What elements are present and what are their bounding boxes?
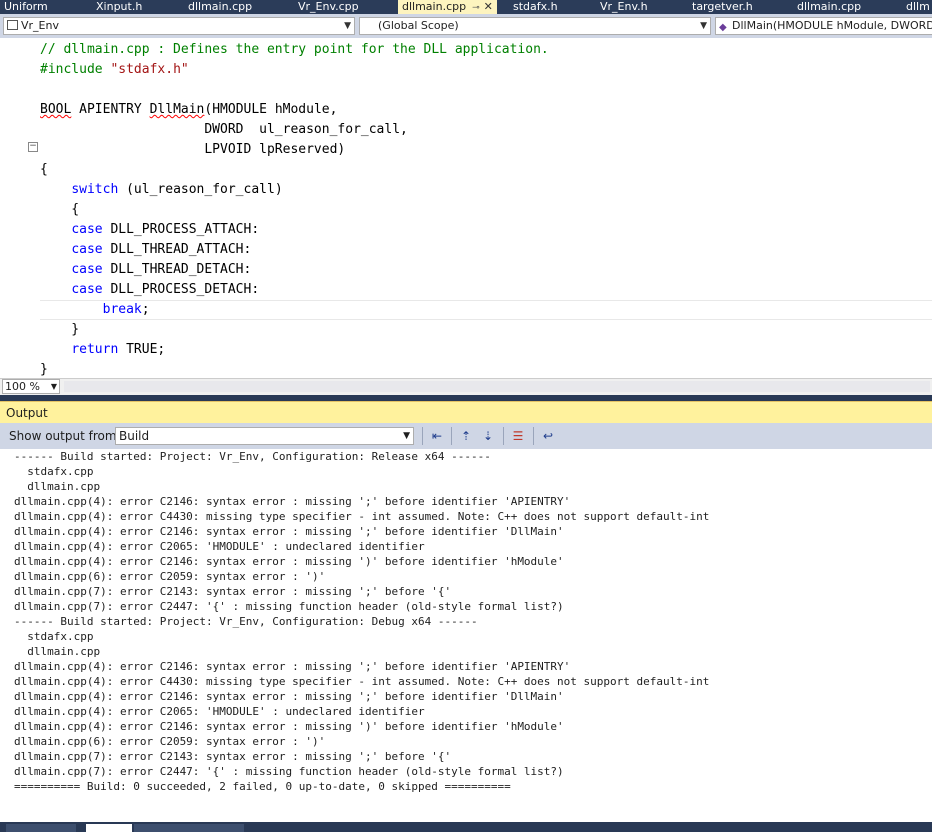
- output-line: dllmain.cpp(7): error C2143: syntax erro…: [14, 585, 452, 598]
- output-line: dllmain.cpp(4): error C2146: syntax erro…: [14, 495, 571, 508]
- code-area[interactable]: // dllmain.cpp : Defines the entry point…: [40, 40, 932, 378]
- scope-dropdown[interactable]: (Global Scope) ▼: [359, 17, 711, 35]
- code-line-15: }: [40, 322, 80, 337]
- output-line: dllmain.cpp(6): error C2059: syntax erro…: [14, 570, 326, 583]
- code-line-1: // dllmain.cpp : Defines the entry point…: [40, 42, 549, 57]
- tab-xinput-h[interactable]: Xinput.h: [96, 0, 142, 14]
- clear-all-icon[interactable]: ☰: [510, 428, 526, 444]
- tab-dllm[interactable]: dllm: [906, 0, 930, 14]
- output-window-title: Output: [0, 401, 932, 423]
- tab-vr-env-cpp[interactable]: Vr_Env.cpp: [298, 0, 359, 14]
- toolbar-separator: [451, 427, 452, 445]
- code-line-7: {: [40, 162, 48, 177]
- code-line-8: switch (ul_reason_for_call): [71, 182, 283, 197]
- output-line: dllmain.cpp(4): error C2146: syntax erro…: [14, 525, 564, 538]
- output-line: stdafx.cpp: [14, 465, 94, 478]
- output-line: dllmain.cpp: [14, 480, 101, 493]
- project-icon: [7, 20, 18, 30]
- next-message-icon[interactable]: ⇣: [480, 428, 496, 444]
- pin-icon[interactable]: ⊸: [472, 3, 480, 13]
- output-line: stdafx.cpp: [14, 630, 94, 643]
- code-editor[interactable]: − // dllmain.cpp : Defines the entry poi…: [0, 38, 932, 378]
- code-line-17: }: [40, 362, 48, 377]
- tab-dllmain-cpp-active[interactable]: dllmain.cpp ⊸ ✕: [398, 0, 497, 14]
- code-line-14-current: break;: [40, 300, 932, 320]
- project-dropdown[interactable]: Vr_Env ▼: [3, 17, 355, 35]
- tab-stdafx-h[interactable]: stdafx.h: [513, 0, 558, 14]
- output-line: dllmain.cpp(4): error C2065: 'HMODULE' :…: [14, 705, 425, 718]
- output-line: dllmain.cpp(6): error C2059: syntax erro…: [14, 735, 326, 748]
- toolbar-separator: [503, 427, 504, 445]
- code-line-13: case DLL_PROCESS_DETACH:: [71, 282, 260, 297]
- output-line: ------ Build started: Project: Vr_Env, C…: [14, 615, 478, 628]
- output-line: dllmain.cpp(4): error C2146: syntax erro…: [14, 690, 564, 703]
- bottom-tab-active[interactable]: [86, 824, 132, 832]
- toggle-word-wrap-icon[interactable]: ↩: [540, 428, 556, 444]
- collapse-toggle-icon[interactable]: −: [28, 142, 38, 152]
- output-line: dllmain.cpp(7): error C2143: syntax erro…: [14, 750, 452, 763]
- bottom-tab[interactable]: [6, 824, 76, 832]
- error-squiggle-bool: BOOL: [40, 102, 72, 117]
- previous-message-icon[interactable]: ⇡: [458, 428, 474, 444]
- code-line-12: case DLL_THREAD_DETACH:: [71, 262, 252, 277]
- tab-dllmain-cpp-1[interactable]: dllmain.cpp: [188, 0, 252, 14]
- editor-status-strip: 100 % ▼: [0, 378, 932, 395]
- find-message-in-code-icon[interactable]: ⇤: [429, 428, 445, 444]
- error-squiggle-dllmain: DllMain: [149, 102, 205, 117]
- zoom-value: 100 %: [5, 380, 40, 393]
- toolbar-separator: [533, 427, 534, 445]
- tab-label: dllmain.cpp: [402, 0, 467, 13]
- output-line: dllmain.cpp(4): error C2065: 'HMODULE' :…: [14, 540, 425, 553]
- zoom-dropdown[interactable]: 100 % ▼: [2, 379, 60, 394]
- chevron-down-icon: ▼: [700, 21, 707, 31]
- tab-dllmain-cpp-2[interactable]: dllmain.cpp: [797, 0, 861, 14]
- toolbar-separator: [422, 427, 423, 445]
- output-line: dllmain.cpp(4): error C2146: syntax erro…: [14, 720, 564, 733]
- output-line: dllmain.cpp(7): error C2447: '{' : missi…: [14, 765, 564, 778]
- output-line: dllmain.cpp(4): error C2146: syntax erro…: [14, 555, 564, 568]
- horizontal-scrollbar[interactable]: [64, 381, 930, 392]
- show-output-from-label: Show output from:: [9, 429, 121, 443]
- output-toolbar: Show output from: Build ▼ ⇤ ⇡ ⇣ ☰ ↩: [0, 423, 932, 449]
- output-source-value: Build: [119, 429, 150, 443]
- include-directive: #include: [40, 62, 111, 77]
- include-path: "stdafx.h": [110, 62, 189, 77]
- output-line: dllmain.cpp(4): error C4430: missing typ…: [14, 510, 710, 523]
- chevron-down-icon: ▼: [403, 431, 410, 441]
- code-line-2: #include "stdafx.h": [40, 60, 932, 80]
- document-tab-bar: Uniform Xinput.h dllmain.cpp Vr_Env.cpp …: [0, 0, 932, 14]
- code-line-6: LPVOID lpReserved): [40, 142, 346, 157]
- project-value: Vr_Env: [21, 19, 59, 32]
- code-line-4: BOOL APIENTRY DllMain(HMODULE hModule,: [40, 102, 338, 117]
- chevron-down-icon: ▼: [50, 382, 57, 391]
- code-line-5: DWORD ul_reason_for_call,: [40, 122, 408, 137]
- output-line: dllmain.cpp(4): error C2146: syntax erro…: [14, 660, 571, 673]
- bottom-tool-tabs: [0, 822, 932, 832]
- editor-margin: [0, 38, 40, 378]
- bottom-tab[interactable]: [134, 824, 244, 832]
- output-line: dllmain.cpp(4): error C4430: missing typ…: [14, 675, 710, 688]
- output-text-area[interactable]: ------ Build started: Project: Vr_Env, C…: [0, 449, 932, 822]
- tab-uniform[interactable]: Uniform: [4, 0, 48, 14]
- tab-targetver-h[interactable]: targetver.h: [692, 0, 753, 14]
- output-source-dropdown[interactable]: Build ▼: [115, 427, 414, 445]
- code-line-10: case DLL_PROCESS_ATTACH:: [71, 222, 260, 237]
- output-line: ------ Build started: Project: Vr_Env, C…: [14, 450, 491, 463]
- scope-value: (Global Scope): [378, 19, 459, 32]
- output-line: dllmain.cpp(7): error C2447: '{' : missi…: [14, 600, 564, 613]
- output-line: ========== Build: 0 succeeded, 2 failed,…: [14, 780, 511, 793]
- chevron-down-icon: ▼: [344, 21, 351, 31]
- close-icon[interactable]: ✕: [484, 0, 493, 13]
- navigation-bar: Vr_Env ▼ (Global Scope) ▼ ◆ DllMain(HMODU…: [0, 14, 932, 38]
- member-value: DllMain(HMODULE hModule, DWORD: [732, 19, 932, 32]
- output-line: dllmain.cpp: [14, 645, 101, 658]
- member-dropdown[interactable]: ◆ DllMain(HMODULE hModule, DWORD: [715, 17, 932, 35]
- code-line-11: case DLL_THREAD_ATTACH:: [71, 242, 252, 257]
- code-line-9: {: [40, 202, 80, 217]
- code-line-16: return TRUE;: [71, 342, 166, 357]
- method-icon: ◆: [719, 22, 727, 33]
- tab-vr-env-h[interactable]: Vr_Env.h: [600, 0, 648, 14]
